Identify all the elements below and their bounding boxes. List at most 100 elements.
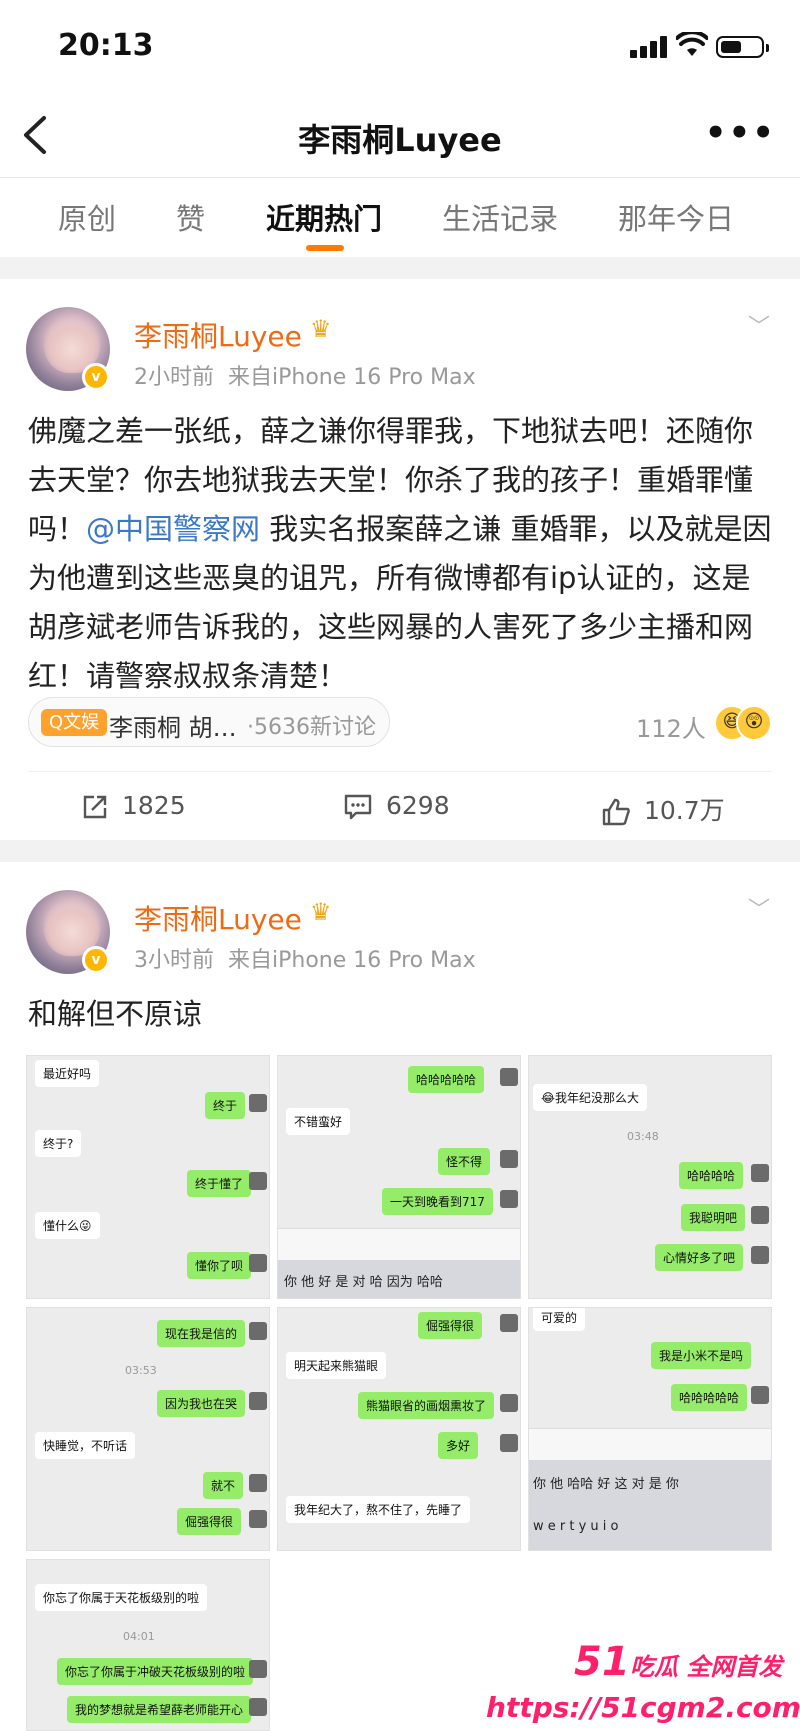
chat-bubble: 怪不得 [438, 1148, 491, 1175]
post-time: 2小时前 [134, 365, 214, 390]
chat-bubble: 因为我也在哭 [157, 1390, 246, 1417]
chat-input [529, 1428, 771, 1460]
chat-bubble: 你忘了你属于冲破天花板级别的啦 [57, 1658, 254, 1685]
verified-badge-icon: v [82, 363, 110, 391]
repost-button[interactable]: 1825 [82, 791, 186, 820]
avatar [500, 1068, 518, 1086]
keyboard-keys: w e r t y u i o [529, 1504, 771, 1550]
chat-bubble: 终于懂了 [187, 1170, 252, 1197]
crown-icon: ♛ [310, 315, 332, 343]
chat-screenshot[interactable]: 现在我是信的 03:53 因为我也在哭 快睡觉，不听话 就不 倔强得很 [26, 1307, 270, 1551]
repost-count: 1825 [122, 791, 186, 820]
chat-screenshot[interactable]: 😂我年纪没那么大 03:48 哈哈哈哈 我聪明吧 心情好多了吧 [528, 1055, 772, 1299]
comment-button[interactable]: 6298 [344, 791, 450, 820]
post-source: 来自iPhone 16 Pro Max [228, 948, 476, 973]
surprised-emoji-icon: 😲 [736, 705, 772, 741]
chat-bubble: 你忘了你属于天花板级别的啦 [35, 1584, 208, 1611]
verified-badge-icon: v [82, 946, 110, 974]
like-button[interactable]: 10.7万 [602, 791, 725, 827]
chat-bubble: 一天到晚看到717 [382, 1188, 493, 1215]
thumbs-up-icon [602, 798, 630, 826]
page-title: 李雨桐Luyee [298, 121, 502, 159]
avatar [249, 1322, 267, 1340]
topic-count: ·5636新讨论 [247, 715, 376, 740]
people-count: 112人 [636, 715, 706, 743]
profile-tabs: 原创 赞 近期热门 生活记录 那年今日 [0, 177, 800, 257]
avatar [751, 1164, 769, 1182]
chat-bubble: 终于 [205, 1092, 246, 1119]
chat-bubble: 懂什么😜 [35, 1212, 100, 1239]
avatar [249, 1660, 267, 1678]
crown-icon: ♛ [310, 898, 332, 926]
chat-screenshot[interactable]: 哈哈哈哈哈 不错蛮好 怪不得 一天到晚看到717 你 他 好 是 对 哈 因为 … [277, 1055, 521, 1299]
divider [28, 771, 772, 772]
chat-bubble: 哈哈哈哈哈 [671, 1384, 748, 1411]
avatar [249, 1698, 267, 1716]
chat-screenshot[interactable]: 倔强得很 明天起来熊猫眼 熊猫眼省的画烟熏妆了 多好 我年纪大了，熬不住了，先睡… [277, 1307, 521, 1551]
topic-tag: Q文娱 [41, 709, 108, 736]
post-card[interactable]: v 李雨桐Luyee ♛ 2小时前 来自iPhone 16 Pro Max ﹀ … [0, 279, 800, 840]
avatar [751, 1386, 769, 1404]
chevron-down-icon[interactable]: ﹀ [748, 309, 770, 341]
chat-timestamp: 04:01 [123, 1630, 155, 1643]
active-tab-indicator [306, 245, 344, 251]
post-text: 和解但不原谅 [28, 997, 203, 1031]
chat-timestamp: 03:48 [627, 1130, 659, 1143]
chat-bubble: 懂你了呗 [187, 1252, 252, 1279]
avatar [249, 1172, 267, 1190]
avatar [249, 1474, 267, 1492]
tab-original[interactable]: 原创 [58, 196, 116, 238]
chat-bubble: 心情好多了吧 [655, 1244, 744, 1271]
chat-screenshot[interactable]: 你忘了你属于天花板级别的啦 04:01 你忘了你属于冲破天花板级别的啦 我的梦想… [26, 1559, 270, 1731]
chat-bubble: 我是小米不是吗 [651, 1342, 752, 1369]
reaction-emojis[interactable]: 😆 😲 [714, 705, 774, 743]
avatar [500, 1190, 518, 1208]
chat-bubble: 不错蛮好 [286, 1108, 351, 1135]
chat-bubble: 哈哈哈哈哈 [408, 1066, 485, 1093]
chat-bubble: 就不 [203, 1472, 244, 1499]
avatar [249, 1392, 267, 1410]
tab-life-record[interactable]: 生活记录 [442, 196, 558, 238]
chat-input [278, 1228, 520, 1260]
chat-screenshot[interactable]: 最近好吗 终于 终于? 终于懂了 懂什么😜 懂你了呗 [26, 1055, 270, 1299]
tab-recent-hot[interactable]: 近期热门 [266, 196, 382, 238]
more-options-button[interactable]: ••• [705, 113, 776, 153]
avatar [751, 1246, 769, 1264]
post-actions: 1825 6298 10.7万 [0, 775, 800, 839]
tab-likes[interactable]: 赞 [176, 196, 205, 238]
wifi-icon [675, 30, 709, 62]
chat-bubble: 现在我是信的 [157, 1320, 246, 1347]
chat-bubble: 我的梦想就是希望薛老师能开心 [67, 1696, 252, 1723]
chat-bubble: 最近好吗 [35, 1060, 100, 1087]
post-time: 3小时前 [134, 948, 214, 973]
status-time: 20:13 [58, 28, 154, 63]
chat-bubble: 倔强得很 [177, 1508, 242, 1535]
chat-screenshot[interactable]: 可爱的 我是小米不是吗 哈哈哈哈哈 你 他 哈哈 好 这 对 是 你 w e r… [528, 1307, 772, 1551]
comment-count: 6298 [386, 791, 450, 820]
topic-chip[interactable]: Q文娱 李雨桐 胡… ·5636新讨论 [28, 697, 390, 747]
post-meta: 2小时前 来自iPhone 16 Pro Max [134, 359, 476, 391]
tab-on-this-day[interactable]: 那年今日 [618, 196, 734, 238]
chevron-down-icon[interactable]: ﹀ [748, 892, 770, 924]
chat-bubble: 多好 [438, 1432, 479, 1459]
avatar [500, 1394, 518, 1412]
post-author[interactable]: 李雨桐Luyee [134, 898, 302, 938]
chat-bubble: 熊猫眼省的画烟熏妆了 [358, 1392, 495, 1419]
keyboard-suggestions: 你 他 好 是 对 哈 因为 哈哈 [278, 1260, 520, 1298]
nav-bar: 李雨桐Luyee ••• [0, 95, 800, 177]
chat-bubble: 快睡觉，不听话 [35, 1432, 136, 1459]
post-author[interactable]: 李雨桐Luyee [134, 315, 302, 355]
chat-bubble: 我聪明吧 [681, 1204, 746, 1231]
watermark: 51 吃瓜 全网首发 https://51cgm2.com [486, 1635, 800, 1731]
chat-timestamp: 03:53 [125, 1364, 157, 1377]
watermark-tagline: 吃瓜 全网首发 [630, 1653, 783, 1681]
mention-link[interactable]: @中国警察网 [86, 512, 260, 546]
like-count: 10.7万 [644, 796, 725, 825]
chat-bubble: 哈哈哈哈 [679, 1162, 744, 1189]
chat-bubble: 终于? [35, 1130, 82, 1157]
avatar [249, 1510, 267, 1528]
post-source: 来自iPhone 16 Pro Max [228, 365, 476, 390]
post-text: 佛魔之差一张纸，薛之谦你得罪我，下地狱去吧！还随你去天堂？你去地狱我去天堂！你杀… [28, 407, 778, 701]
chat-bubble: 倔强得很 [418, 1312, 483, 1339]
comment-icon [344, 794, 372, 820]
